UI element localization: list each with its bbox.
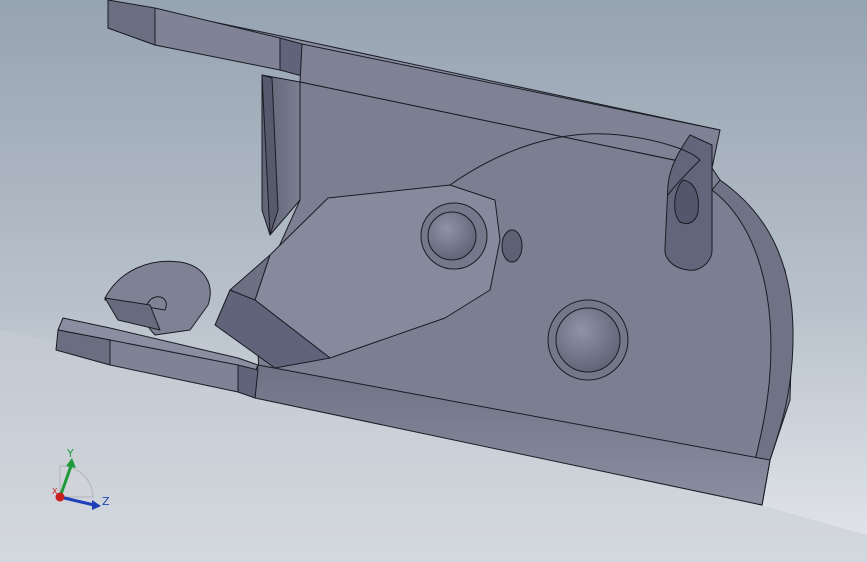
triad-y-label: Y — [66, 447, 74, 460]
lower-boss — [547, 299, 629, 381]
triad-x-label: X — [52, 487, 58, 496]
lower-flange-step — [237, 364, 259, 399]
triad-z-label: Z — [102, 495, 110, 508]
upper-flange-step — [279, 37, 303, 77]
cad-scene[interactable]: Y Z X — [0, 0, 867, 562]
graphics-viewport[interactable]: Y Z X — [0, 0, 867, 562]
